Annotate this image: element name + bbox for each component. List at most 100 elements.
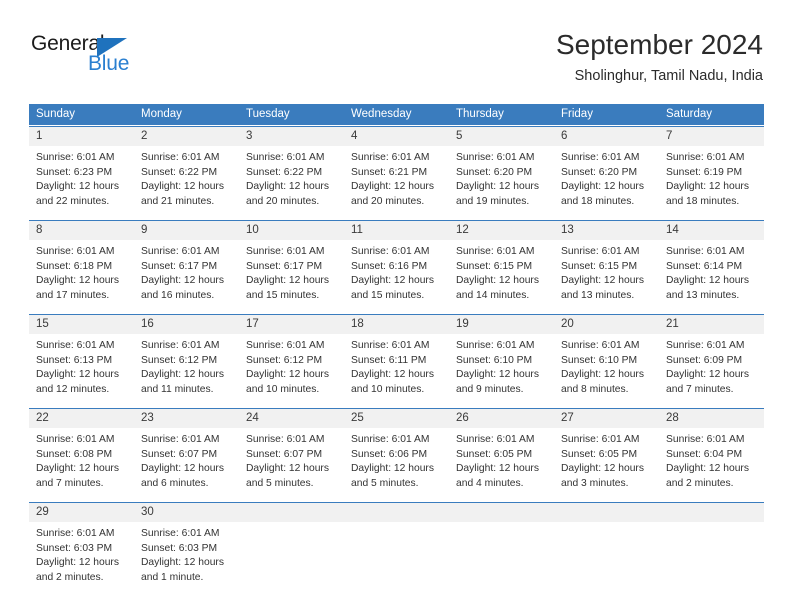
- day-number-band: 7: [659, 127, 764, 146]
- day-number: 24: [246, 412, 259, 424]
- day-detail-line: Sunrise: 6:01 AM: [351, 340, 430, 351]
- calendar-page: General Blue September 2024 Sholinghur, …: [0, 0, 792, 612]
- day-detail-line: Sunset: 6:13 PM: [36, 354, 113, 366]
- day-cell-21[interactable]: 21 Sunrise: 6:01 AM Sunset: 6:09 PM Dayligh…: [659, 315, 764, 404]
- day-details: Sunrise: 6:01 AM Sunset: 6:04 PM Daylight:…: [659, 428, 764, 498]
- day-detail-line: and 22 minutes.: [36, 195, 110, 207]
- day-number-band: 16: [134, 315, 239, 334]
- day-number-band: 11: [344, 221, 449, 240]
- day-cell-25[interactable]: 25 Sunrise: 6:01 AM Sunset: 6:06 PM Dayligh…: [344, 409, 449, 498]
- day-detail-line: Sunrise: 6:01 AM: [561, 340, 640, 351]
- day-cell-1[interactable]: 1 Sunrise: 6:01 AM Sunset: 6:23 PM Daylight…: [29, 127, 134, 216]
- weekday-header-friday: Friday: [561, 108, 593, 120]
- day-details: [449, 522, 554, 583]
- day-number-band: 25: [344, 409, 449, 428]
- day-detail-line: Daylight: 12 hours: [666, 369, 749, 380]
- day-number-band: 6: [554, 127, 659, 146]
- day-details: Sunrise: 6:01 AM Sunset: 6:05 PM Daylight:…: [449, 428, 554, 498]
- day-cell-7[interactable]: 7 Sunrise: 6:01 AM Sunset: 6:19 PM Daylight…: [659, 127, 764, 216]
- day-number: 14: [666, 224, 679, 236]
- day-cell-10[interactable]: 10 Sunrise: 6:01 AM Sunset: 6:17 PM Dayligh…: [239, 221, 344, 310]
- day-details: Sunrise: 6:01 AM Sunset: 6:05 PM Daylight:…: [554, 428, 659, 498]
- day-cell-19[interactable]: 19 Sunrise: 6:01 AM Sunset: 6:10 PM Dayligh…: [449, 315, 554, 404]
- day-cell-empty: [659, 503, 764, 592]
- day-cell-17[interactable]: 17 Sunrise: 6:01 AM Sunset: 6:12 PM Dayligh…: [239, 315, 344, 404]
- day-detail-line: and 10 minutes.: [246, 383, 320, 395]
- day-cell-24[interactable]: 24 Sunrise: 6:01 AM Sunset: 6:07 PM Dayligh…: [239, 409, 344, 498]
- day-number: 27: [561, 412, 574, 424]
- day-detail-line: Daylight: 12 hours: [666, 275, 749, 286]
- day-details: Sunrise: 6:01 AM Sunset: 6:17 PM Daylight:…: [239, 240, 344, 310]
- day-cell-27[interactable]: 27 Sunrise: 6:01 AM Sunset: 6:05 PM Dayligh…: [554, 409, 659, 498]
- day-cell-26[interactable]: 26 Sunrise: 6:01 AM Sunset: 6:05 PM Dayligh…: [449, 409, 554, 498]
- day-cell-28[interactable]: 28 Sunrise: 6:01 AM Sunset: 6:04 PM Dayligh…: [659, 409, 764, 498]
- day-cell-15[interactable]: 15 Sunrise: 6:01 AM Sunset: 6:13 PM Dayligh…: [29, 315, 134, 404]
- day-cell-empty: [239, 503, 344, 592]
- day-number-band: 15: [29, 315, 134, 334]
- day-cell-11[interactable]: 11 Sunrise: 6:01 AM Sunset: 6:16 PM Dayligh…: [344, 221, 449, 310]
- day-cell-12[interactable]: 12 Sunrise: 6:01 AM Sunset: 6:15 PM Dayligh…: [449, 221, 554, 310]
- day-cell-6[interactable]: 6 Sunrise: 6:01 AM Sunset: 6:20 PM Daylight…: [554, 127, 659, 216]
- day-cell-4[interactable]: 4 Sunrise: 6:01 AM Sunset: 6:21 PM Daylight…: [344, 127, 449, 216]
- day-detail-line: Daylight: 12 hours: [246, 275, 329, 286]
- day-detail-line: and 14 minutes.: [456, 289, 530, 301]
- day-number: 5: [456, 130, 463, 142]
- day-detail-line: Sunset: 6:17 PM: [141, 260, 218, 272]
- day-detail-line: Daylight: 12 hours: [561, 463, 644, 474]
- day-detail-line: Sunset: 6:10 PM: [561, 354, 638, 366]
- day-cell-2[interactable]: 2 Sunrise: 6:01 AM Sunset: 6:22 PM Daylight…: [134, 127, 239, 216]
- day-detail-line: Sunset: 6:22 PM: [141, 166, 218, 178]
- day-detail-line: Sunset: 6:05 PM: [456, 448, 533, 460]
- day-number-band: 3: [239, 127, 344, 146]
- day-cell-30[interactable]: 30 Sunrise: 6:01 AM Sunset: 6:03 PM Dayligh…: [134, 503, 239, 592]
- day-cell-29[interactable]: 29 Sunrise: 6:01 AM Sunset: 6:03 PM Dayligh…: [29, 503, 134, 592]
- day-number: 8: [36, 224, 43, 236]
- day-number-band: 10: [239, 221, 344, 240]
- day-number-band: 9: [134, 221, 239, 240]
- day-number-band: 21: [659, 315, 764, 334]
- day-cell-5[interactable]: 5 Sunrise: 6:01 AM Sunset: 6:20 PM Daylight…: [449, 127, 554, 216]
- week-row: 15 Sunrise: 6:01 AM Sunset: 6:13 PM Dayligh…: [29, 314, 764, 404]
- weekday-header-monday: Monday: [141, 108, 182, 120]
- day-detail-line: Sunset: 6:15 PM: [561, 260, 638, 272]
- day-cell-13[interactable]: 13 Sunrise: 6:01 AM Sunset: 6:15 PM Dayligh…: [554, 221, 659, 310]
- day-detail-line: Sunset: 6:19 PM: [666, 166, 743, 178]
- day-cell-14[interactable]: 14 Sunrise: 6:01 AM Sunset: 6:14 PM Dayligh…: [659, 221, 764, 310]
- day-number: 21: [666, 318, 679, 330]
- day-detail-line: Sunset: 6:16 PM: [351, 260, 428, 272]
- day-detail-line: and 8 minutes.: [561, 383, 629, 395]
- day-detail-line: Sunset: 6:08 PM: [36, 448, 113, 460]
- day-number-band: 1: [29, 127, 134, 146]
- day-number-band: 18: [344, 315, 449, 334]
- day-number: 4: [351, 130, 358, 142]
- day-detail-line: Sunrise: 6:01 AM: [561, 246, 640, 257]
- day-detail-line: Sunset: 6:06 PM: [351, 448, 428, 460]
- day-number-band: 14: [659, 221, 764, 240]
- day-number-band: [239, 503, 344, 522]
- day-detail-line: and 2 minutes.: [36, 571, 104, 583]
- day-cell-8[interactable]: 8 Sunrise: 6:01 AM Sunset: 6:18 PM Daylight…: [29, 221, 134, 310]
- day-details: Sunrise: 6:01 AM Sunset: 6:06 PM Daylight:…: [344, 428, 449, 498]
- day-cell-16[interactable]: 16 Sunrise: 6:01 AM Sunset: 6:12 PM Dayligh…: [134, 315, 239, 404]
- day-cell-3[interactable]: 3 Sunrise: 6:01 AM Sunset: 6:22 PM Daylight…: [239, 127, 344, 216]
- day-number-band: 28: [659, 409, 764, 428]
- page-subtitle: Sholinghur, Tamil Nadu, India: [574, 68, 763, 84]
- day-cell-20[interactable]: 20 Sunrise: 6:01 AM Sunset: 6:10 PM Dayligh…: [554, 315, 659, 404]
- day-details: Sunrise: 6:01 AM Sunset: 6:21 PM Daylight:…: [344, 146, 449, 216]
- day-cell-22[interactable]: 22 Sunrise: 6:01 AM Sunset: 6:08 PM Dayligh…: [29, 409, 134, 498]
- day-detail-line: Sunrise: 6:01 AM: [141, 152, 220, 163]
- day-detail-line: and 2 minutes.: [666, 477, 734, 489]
- day-detail-line: and 18 minutes.: [561, 195, 635, 207]
- day-number: 29: [36, 506, 49, 518]
- day-number-band: [659, 503, 764, 522]
- day-number: 15: [36, 318, 49, 330]
- day-detail-line: Sunrise: 6:01 AM: [456, 340, 535, 351]
- day-detail-line: and 21 minutes.: [141, 195, 215, 207]
- day-number-band: 4: [344, 127, 449, 146]
- day-cell-18[interactable]: 18 Sunrise: 6:01 AM Sunset: 6:11 PM Dayligh…: [344, 315, 449, 404]
- day-number: 11: [351, 224, 363, 236]
- day-detail-line: Daylight: 12 hours: [666, 181, 749, 192]
- day-cell-23[interactable]: 23 Sunrise: 6:01 AM Sunset: 6:07 PM Dayligh…: [134, 409, 239, 498]
- day-cell-9[interactable]: 9 Sunrise: 6:01 AM Sunset: 6:17 PM Daylight…: [134, 221, 239, 310]
- day-details: Sunrise: 6:01 AM Sunset: 6:13 PM Daylight:…: [29, 334, 134, 404]
